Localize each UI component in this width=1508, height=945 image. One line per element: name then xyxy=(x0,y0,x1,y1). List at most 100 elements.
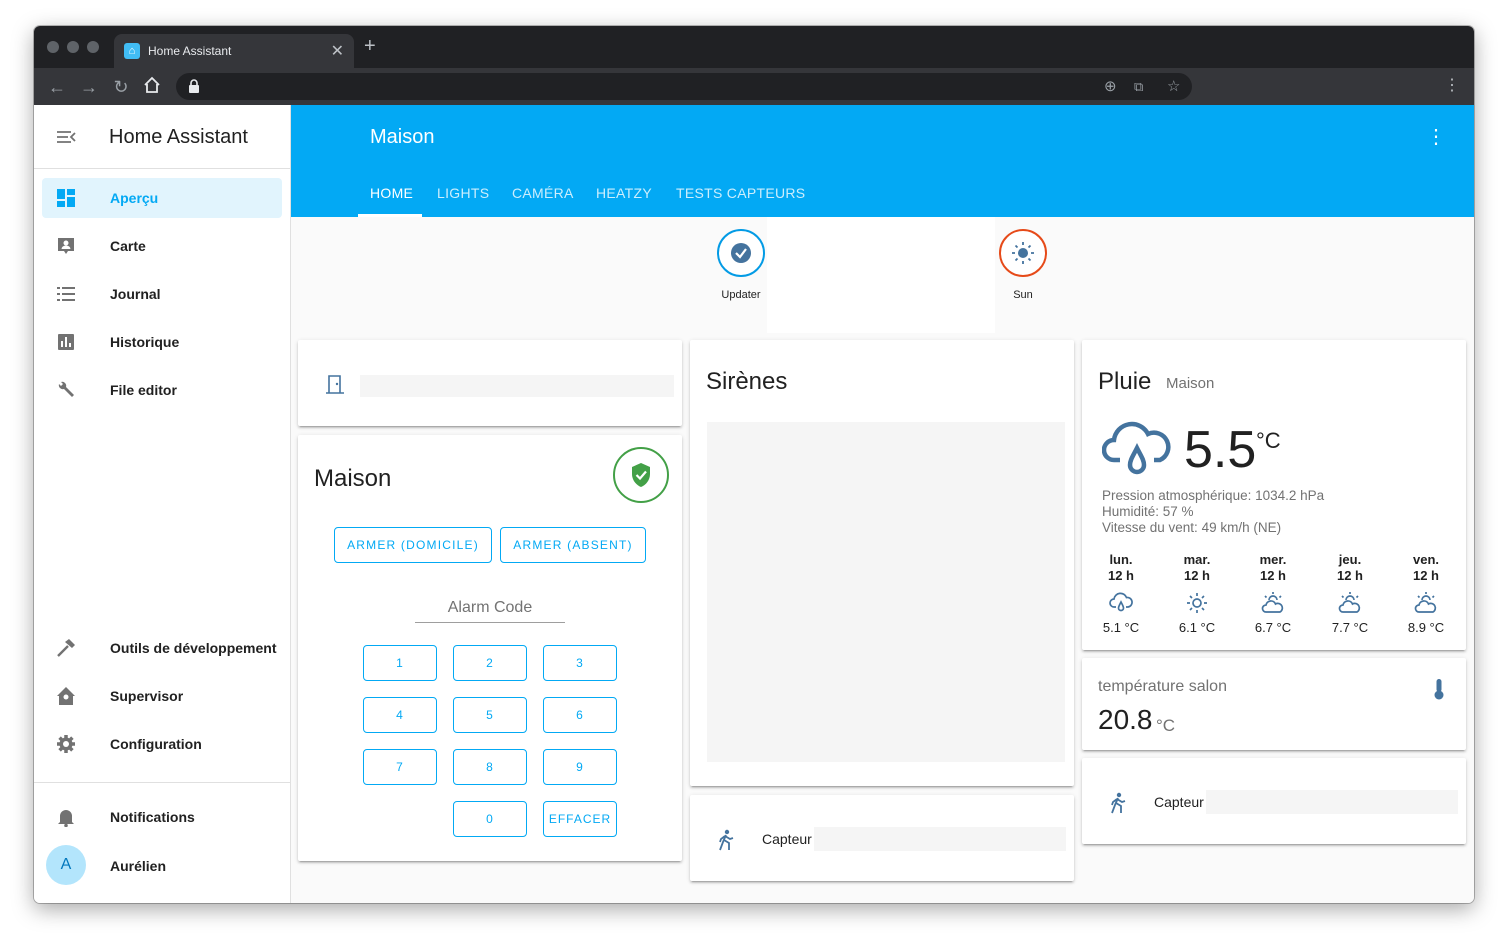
sidebar-item-file-editor[interactable]: File editor xyxy=(42,370,282,410)
keypad-7-button[interactable]: 7 xyxy=(363,749,437,785)
forecast-day: ven. 12 h 8.9 °C xyxy=(1396,552,1456,635)
sidebar-item-label: Historique xyxy=(110,334,180,350)
door-entity-card[interactable] xyxy=(298,340,682,426)
weather-wind: Vitesse du vent: 49 km/h (NE) xyxy=(1102,520,1282,535)
sidebar-item-supervisor[interactable]: Supervisor xyxy=(42,676,282,716)
motion-sensor-icon xyxy=(1111,792,1126,814)
sun-badge-label: Sun xyxy=(1013,289,1033,301)
keypad-1-button[interactable]: 1 xyxy=(363,645,437,681)
keypad-5-button[interactable]: 5 xyxy=(453,697,527,733)
sensor-name: température salon xyxy=(1098,678,1227,695)
sidebar-item-journal[interactable]: Journal xyxy=(42,274,282,314)
tab-lights[interactable]: LIGHTS xyxy=(437,185,489,201)
partly-cloudy-icon xyxy=(1338,592,1361,613)
home-assistant-favicon-icon: ⌂ xyxy=(124,43,140,59)
forecast-day-name: ven. xyxy=(1412,552,1439,567)
forecast-hour: 12 h xyxy=(1259,568,1286,583)
keypad-3-button[interactable]: 3 xyxy=(543,645,617,681)
address-bar[interactable]: ⊕ ⧉ ☆ xyxy=(176,73,1192,100)
forecast-hour: 12 h xyxy=(1107,568,1134,583)
chart-icon xyxy=(58,334,74,350)
sidebar-item-developer-tools[interactable]: Outils de développement xyxy=(42,628,282,668)
sun-badge[interactable] xyxy=(999,229,1047,277)
sidebar-item-label: Journal xyxy=(110,286,161,302)
forecast-day-name: lun. xyxy=(1109,552,1133,567)
sidebar-header: Home Assistant xyxy=(34,105,290,169)
keypad-6-button[interactable]: 6 xyxy=(543,697,617,733)
wrench-icon xyxy=(58,381,74,397)
tab-tests-capteurs[interactable]: TESTS CAPTEURS xyxy=(676,185,805,201)
avatar[interactable]: A xyxy=(46,845,86,885)
close-window-dot[interactable] xyxy=(47,41,59,53)
user-name[interactable]: Aurélien xyxy=(110,858,166,874)
sidebar-item-label: Supervisor xyxy=(110,688,184,704)
overflow-menu-icon[interactable]: ⋮ xyxy=(1426,127,1446,147)
back-icon[interactable]: ← xyxy=(46,76,68,98)
arm-home-button[interactable]: ARMER (DOMICILE) xyxy=(334,527,492,563)
sidebar-item-label: Notifications xyxy=(110,809,195,825)
check-circle-icon xyxy=(731,243,751,263)
entity-state-placeholder xyxy=(814,827,1066,851)
sidebar-item-label: Aperçu xyxy=(110,190,159,206)
motion-sensor-name: Capteur xyxy=(1154,794,1204,810)
arm-away-button[interactable]: ARMER (ABSENT) xyxy=(500,527,646,563)
browser-tabstrip: ⌂ Home Assistant ✕ + xyxy=(34,26,1474,68)
alarm-code-input[interactable]: Alarm Code xyxy=(415,595,565,623)
lock-icon xyxy=(189,79,199,93)
keypad-clear-button[interactable]: EFFACER xyxy=(543,801,617,837)
forecast-temp: 7.7 °C xyxy=(1331,620,1369,635)
sirenes-card: Sirènes xyxy=(690,340,1074,786)
bookmark-star-icon[interactable]: ☆ xyxy=(1167,77,1180,96)
tab-home[interactable]: HOME xyxy=(370,185,413,201)
sun-icon xyxy=(1187,593,1207,613)
browser-menu-icon[interactable]: ⋮ xyxy=(1444,74,1460,98)
alarm-title: Maison xyxy=(314,465,392,492)
motion-sensor-card[interactable]: Capteur xyxy=(1082,758,1466,844)
sidebar-item-historique[interactable]: Historique xyxy=(42,322,282,362)
reload-icon[interactable]: ↻ xyxy=(110,76,132,98)
menu-collapse-icon[interactable] xyxy=(56,127,76,147)
home-assistant-icon xyxy=(57,687,75,705)
keypad-4-button[interactable]: 4 xyxy=(363,697,437,733)
keypad-8-button[interactable]: 8 xyxy=(453,749,527,785)
sidebar-item-apercu[interactable]: Aperçu xyxy=(42,178,282,218)
keypad-0-button[interactable]: 0 xyxy=(453,801,527,837)
rain-icon xyxy=(1102,421,1171,475)
install-app-icon[interactable]: ⊕ xyxy=(1104,77,1117,96)
sensor-value: 20.8 xyxy=(1098,704,1153,735)
translate-icon[interactable]: ⧉ xyxy=(1134,77,1143,96)
close-tab-icon[interactable]: ✕ xyxy=(331,41,344,61)
temperature-sensor-card[interactable]: température salon 20.8 °C xyxy=(1082,658,1466,750)
sidebar-item-notifications[interactable]: Notifications xyxy=(42,797,282,837)
sidebar-item-label: Configuration xyxy=(110,736,202,752)
keypad-9-button[interactable]: 9 xyxy=(543,749,617,785)
browser-tab-title: Home Assistant xyxy=(148,44,232,58)
tab-camera[interactable]: CAMÉRA xyxy=(512,185,574,201)
forecast-day-name: jeu. xyxy=(1338,552,1362,567)
app-header: Maison ⋮ HOME LIGHTS CAMÉRA HEATZY TESTS… xyxy=(291,105,1474,217)
forward-icon[interactable]: → xyxy=(78,76,100,98)
dashboard-icon xyxy=(57,189,75,207)
keypad-2-button[interactable]: 2 xyxy=(453,645,527,681)
sidebar-item-label: File editor xyxy=(110,382,177,398)
browser-toolbar: ← → ↻ ⊕ ⧉ ☆ ⋮ xyxy=(34,68,1474,105)
weather-temperature: 5.5 xyxy=(1184,421,1257,479)
motion-sensor-card[interactable]: Capteur xyxy=(690,795,1074,881)
sidebar-item-configuration[interactable]: Configuration xyxy=(42,724,282,764)
weather-card[interactable]: Pluie Maison 5.5 °C Pression atmosphériq… xyxy=(1082,340,1466,650)
new-tab-icon[interactable]: + xyxy=(364,36,376,56)
minimize-window-dot[interactable] xyxy=(67,41,79,53)
browser-tab[interactable]: ⌂ Home Assistant ✕ xyxy=(114,34,354,68)
partly-cloudy-icon xyxy=(1261,592,1284,613)
updater-badge[interactable] xyxy=(717,229,765,277)
map-icon xyxy=(58,238,74,254)
maximize-window-dot[interactable] xyxy=(87,41,99,53)
sidebar-item-label: Outils de développement xyxy=(110,640,277,656)
sidebar-item-carte[interactable]: Carte xyxy=(42,226,282,266)
home-icon[interactable] xyxy=(141,76,163,98)
tab-heatzy[interactable]: HEATZY xyxy=(596,185,652,201)
forecast-day: lun. 12 h 5.1 °C xyxy=(1091,552,1151,635)
motion-sensor-name: Capteur xyxy=(762,831,812,847)
forecast-day-name: mer. xyxy=(1259,552,1287,567)
weather-unit: °C xyxy=(1256,428,1281,453)
